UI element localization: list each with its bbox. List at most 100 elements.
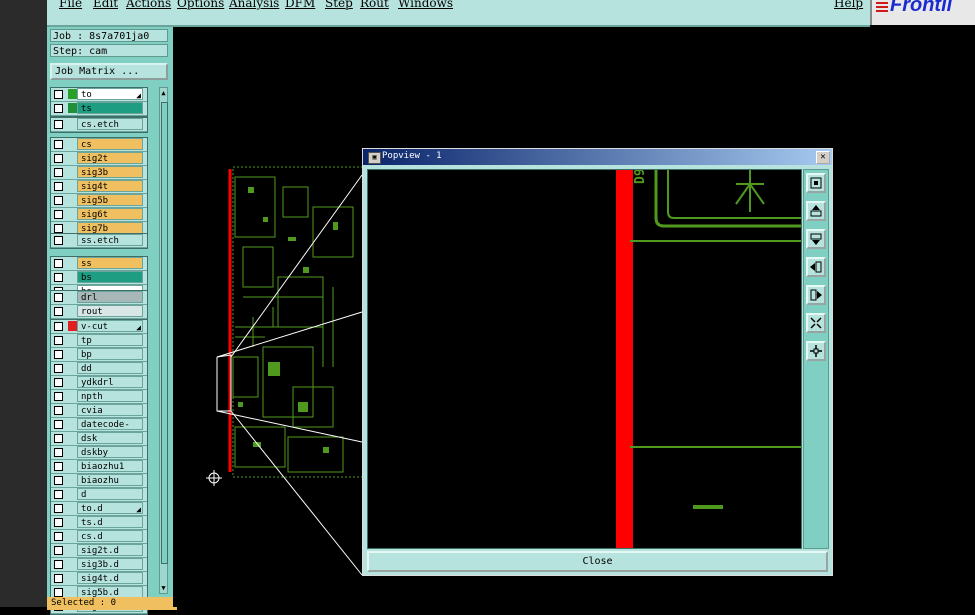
layer-name[interactable]: sig3b.d (77, 558, 143, 570)
popview-canvas[interactable]: D9 (367, 168, 804, 549)
layer-checkbox[interactable] (54, 406, 63, 415)
layer-row[interactable]: sig2t.d (51, 544, 147, 558)
layer-row[interactable]: bp (51, 348, 147, 362)
layer-checkbox[interactable] (54, 364, 63, 373)
layer-name[interactable]: to.d ◢ (77, 502, 143, 514)
layer-checkbox[interactable] (54, 273, 63, 282)
layer-name[interactable]: sig5b (77, 194, 143, 206)
layer-row[interactable]: to.d ◢ (51, 502, 147, 516)
layer-name[interactable]: d (77, 488, 143, 500)
layer-scrollbar[interactable]: ▲ ▼ (159, 87, 168, 594)
menu-rout[interactable]: Rout (360, 0, 389, 10)
layer-row[interactable]: cs.etch (51, 118, 147, 132)
layer-checkbox[interactable] (54, 196, 63, 205)
layer-name[interactable]: rout (77, 305, 143, 317)
layer-checkbox[interactable] (54, 560, 63, 569)
layer-checkbox[interactable] (54, 236, 63, 245)
fit-view-icon[interactable] (806, 173, 826, 193)
layer-checkbox[interactable] (54, 322, 63, 331)
layer-row[interactable]: ss.etch (51, 234, 147, 248)
layer-row[interactable]: cs (51, 138, 147, 152)
layer-name[interactable]: ts.d (77, 516, 143, 528)
layer-row[interactable]: sig5b (51, 194, 147, 208)
layer-row[interactable]: to ◢ (51, 88, 147, 102)
layer-checkbox[interactable] (54, 210, 63, 219)
zoom-out-icon[interactable] (806, 313, 826, 333)
scrollbar-thumb[interactable] (161, 102, 168, 564)
layer-row[interactable]: ts.d (51, 516, 147, 530)
layer-checkbox[interactable] (54, 336, 63, 345)
layer-name[interactable]: dskby (77, 446, 143, 458)
layer-checkbox[interactable] (54, 574, 63, 583)
layer-checkbox[interactable] (54, 546, 63, 555)
layer-row[interactable]: dd (51, 362, 147, 376)
layer-row[interactable]: sig3b.d (51, 558, 147, 572)
layer-name[interactable]: drl (77, 291, 143, 303)
popview-title-bar[interactable]: ▣ Popview - 1 ✕ (363, 149, 832, 165)
layer-checkbox[interactable] (54, 224, 63, 233)
menu-analysis[interactable]: Analysis (229, 0, 279, 10)
layer-name[interactable]: datecode-pbe (77, 418, 143, 442)
layer-checkbox[interactable] (54, 588, 63, 597)
menu-step[interactable]: Step (325, 0, 353, 10)
layer-checkbox[interactable] (54, 259, 63, 268)
layer-row[interactable]: ts (51, 102, 147, 116)
layer-row[interactable]: dskby (51, 446, 147, 460)
layer-row[interactable]: sig4t (51, 180, 147, 194)
layer-checkbox[interactable] (54, 120, 63, 129)
layer-row[interactable]: ydkdrl (51, 376, 147, 390)
layer-name[interactable]: sig3b (77, 166, 143, 178)
menu-options[interactable]: Options (177, 0, 224, 10)
layer-row[interactable]: dsk (51, 432, 147, 446)
layer-name[interactable]: cs (77, 138, 143, 150)
layer-checkbox[interactable] (54, 490, 63, 499)
layer-checkbox[interactable] (54, 504, 63, 513)
layer-row[interactable]: sig3b (51, 166, 147, 180)
layer-checkbox[interactable] (54, 182, 63, 191)
layer-checkbox[interactable] (54, 293, 63, 302)
popview-close-button[interactable]: Close (367, 551, 828, 572)
layer-name[interactable]: sig6t (77, 208, 143, 220)
layer-checkbox[interactable] (54, 154, 63, 163)
layer-row[interactable]: v-cut ◢ (51, 320, 147, 334)
menu-help[interactable]: Help (834, 0, 863, 10)
move-right-icon[interactable] (806, 285, 826, 305)
layer-row[interactable]: sig2t (51, 152, 147, 166)
layer-name[interactable]: sig2t (77, 152, 143, 164)
move-down-icon[interactable] (806, 229, 826, 249)
layer-checkbox[interactable] (54, 350, 63, 359)
layer-row[interactable]: biaozhu (51, 474, 147, 488)
layer-name[interactable]: cs.etch (77, 118, 143, 130)
job-matrix-button[interactable]: Job Matrix ... (50, 63, 168, 80)
layer-checkbox[interactable] (54, 378, 63, 387)
scroll-down-icon[interactable]: ▼ (160, 584, 167, 592)
layer-name[interactable]: ts (77, 102, 143, 114)
move-left-icon[interactable] (806, 257, 826, 277)
layer-checkbox[interactable] (54, 104, 63, 113)
move-up-icon[interactable] (806, 201, 826, 221)
scroll-up-icon[interactable]: ▲ (160, 89, 167, 97)
layer-checkbox[interactable] (54, 462, 63, 471)
layer-name[interactable]: ss (77, 257, 143, 269)
layer-row[interactable]: biaozhu1 (51, 460, 147, 474)
layer-name[interactable]: tp (77, 334, 143, 346)
layer-name[interactable]: dsk (77, 432, 143, 444)
menu-windows[interactable]: Windows (398, 0, 453, 10)
layer-checkbox[interactable] (54, 420, 63, 429)
layer-name[interactable]: to ◢ (77, 88, 143, 100)
layer-name[interactable]: bs (77, 271, 143, 283)
layer-row[interactable]: sig4t.d (51, 572, 147, 586)
layer-checkbox[interactable] (54, 434, 63, 443)
layer-name[interactable]: ss.etch (77, 234, 143, 246)
layer-name[interactable]: ydkdrl (77, 376, 143, 388)
layer-checkbox[interactable] (54, 90, 63, 99)
layer-name[interactable]: bp (77, 348, 143, 360)
layer-name[interactable]: sig2t.d (77, 544, 143, 556)
layer-checkbox[interactable] (54, 532, 63, 541)
menu-actions[interactable]: Actions (126, 0, 171, 10)
layer-checkbox[interactable] (54, 307, 63, 316)
menu-dfm[interactable]: DFM (285, 0, 315, 10)
layer-row[interactable]: ss (51, 257, 147, 271)
zoom-in-icon[interactable] (806, 341, 826, 361)
layer-checkbox[interactable] (54, 448, 63, 457)
